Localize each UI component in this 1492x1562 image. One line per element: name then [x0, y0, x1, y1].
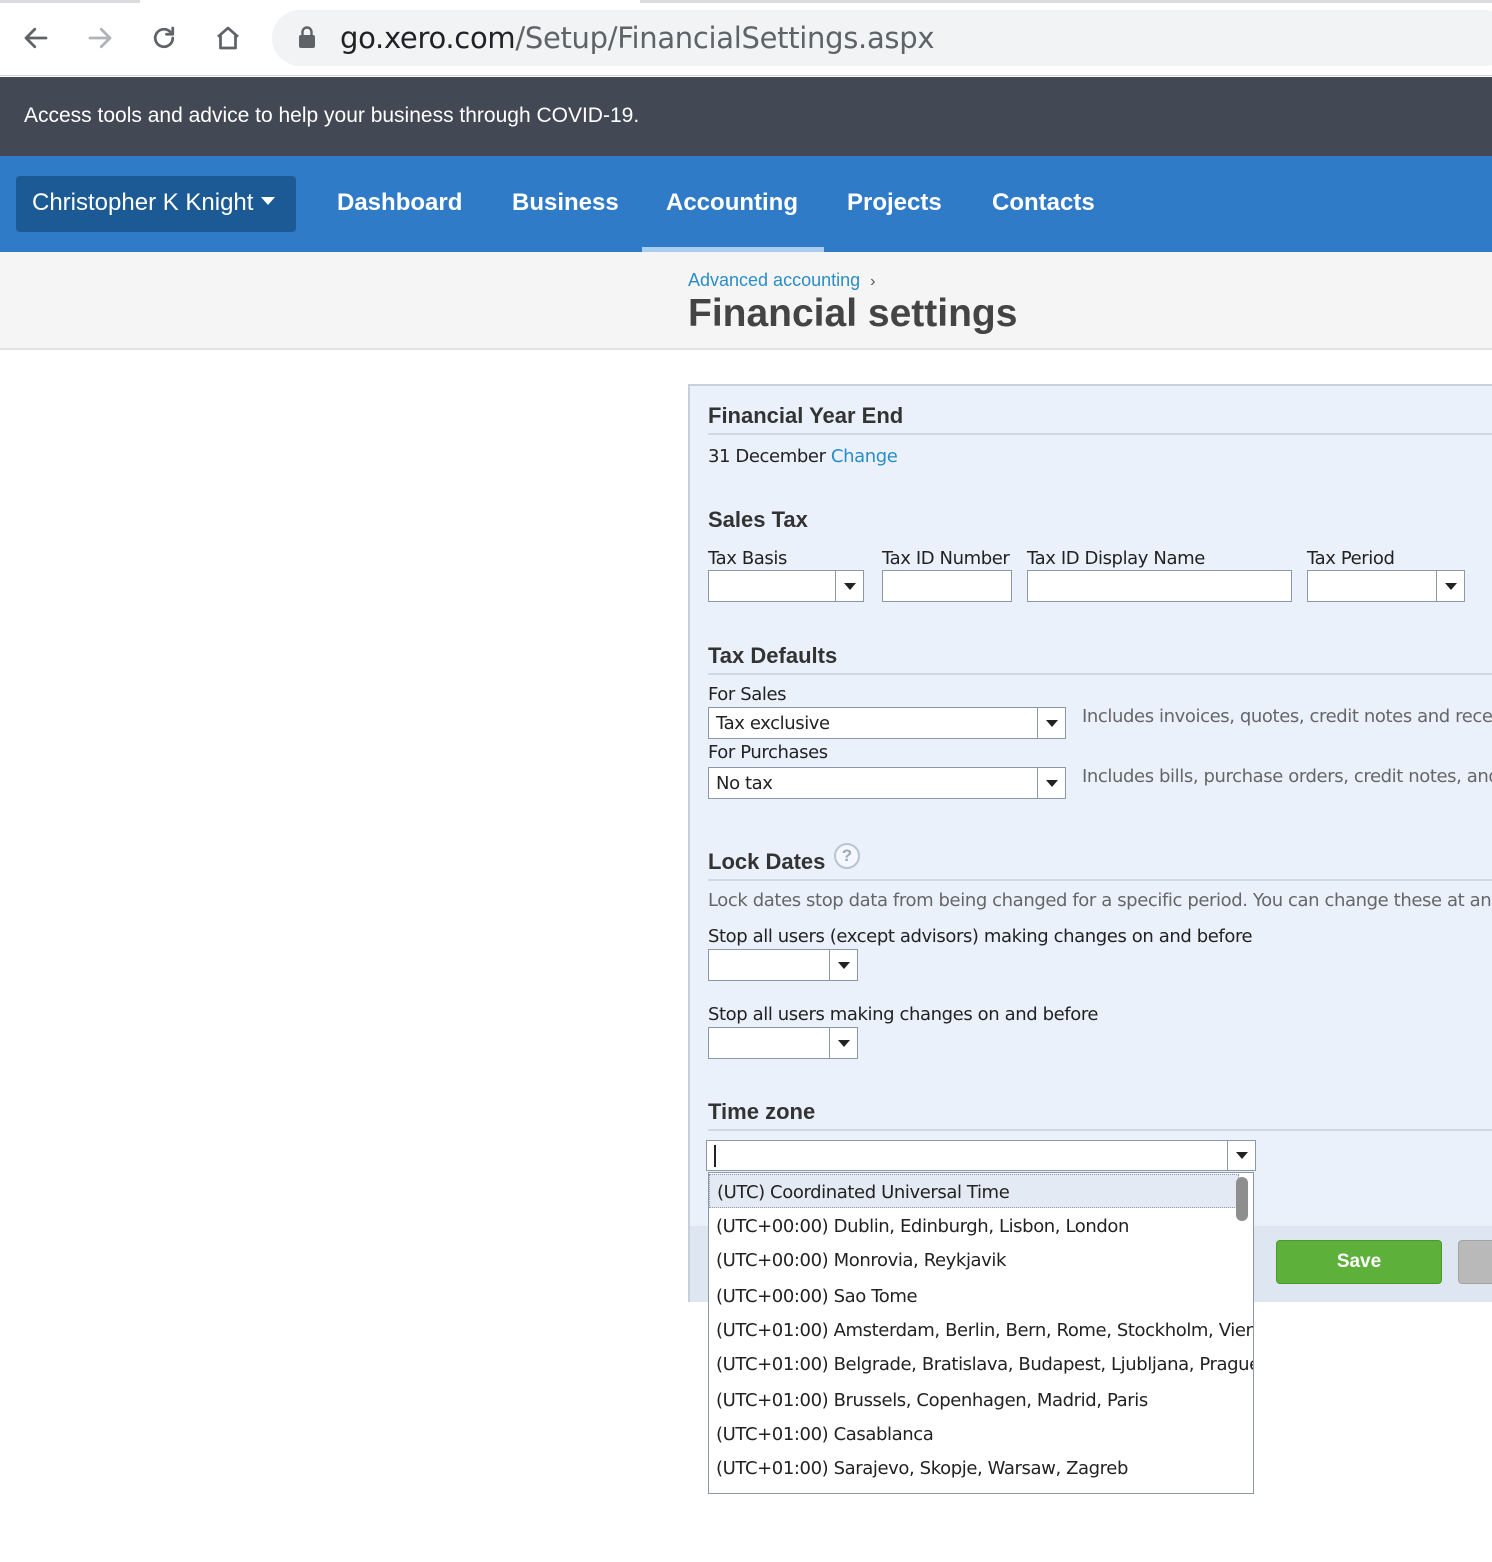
breadcrumb-advanced-accounting[interactable]: Advanced accounting: [688, 270, 860, 290]
dropdown-arrow-icon[interactable]: [829, 1028, 857, 1058]
text-cursor: [714, 1145, 716, 1167]
section-divider: [708, 1129, 1492, 1131]
page-header: Advanced accounting › Financial settings: [0, 252, 1492, 350]
lock-dates-description: Lock dates stop data from being changed …: [708, 890, 1492, 911]
home-icon: [217, 26, 239, 50]
dropdown-arrow-icon[interactable]: [835, 571, 863, 601]
nav-item-accounting[interactable]: Accounting: [666, 189, 798, 217]
time-zone-option[interactable]: (UTC+00:00) Dublin, Edinburgh, Lisbon, L…: [709, 1209, 1239, 1243]
tax-basis-label: Tax Basis: [708, 548, 787, 569]
tax-id-number-label: Tax ID Number: [882, 548, 1010, 569]
tax-basis-select[interactable]: [708, 570, 864, 602]
caret-down-icon: [1236, 1152, 1248, 1159]
tax-period-select[interactable]: [1307, 570, 1465, 602]
time-zone-option[interactable]: (UTC+01:00) Belgrade, Bratislava, Budape…: [709, 1347, 1253, 1381]
dropdown-arrow-icon[interactable]: [829, 950, 857, 980]
forward-button[interactable]: [78, 16, 122, 60]
year-end-date: 31 December: [708, 446, 826, 467]
url-path: /Setup/FinancialSettings.aspx: [515, 21, 935, 55]
time-zone-option[interactable]: (UTC) Coordinated Universal Time: [709, 1174, 1239, 1208]
banner-text[interactable]: Access tools and advice to help your bus…: [24, 104, 639, 128]
section-divider: [708, 879, 1492, 881]
main-navigation: Christopher K Knight Dashboard Business …: [0, 156, 1492, 252]
for-purchases-label: For Purchases: [708, 742, 828, 763]
cancel-button[interactable]: [1458, 1240, 1492, 1284]
tax-id-number-input[interactable]: [882, 570, 1012, 602]
tab-strip-edge: [640, 0, 1492, 3]
for-sales-note: Includes invoices, quotes, credit notes …: [1082, 706, 1492, 727]
nav-item-projects[interactable]: Projects: [847, 189, 942, 217]
time-zone-option[interactable]: (UTC+01:00) Casablanca: [709, 1417, 1239, 1451]
section-title-sales-tax: Sales Tax: [708, 507, 808, 532]
lock-date-advisors-picker[interactable]: [708, 949, 858, 981]
tax-id-display-name-label: Tax ID Display Name: [1027, 548, 1205, 569]
tax-period-label: Tax Period: [1307, 548, 1395, 569]
reload-icon: [153, 26, 175, 49]
for-purchases-select[interactable]: No tax: [708, 767, 1066, 799]
time-zone-dropdown-list[interactable]: (UTC) Coordinated Universal Time (UTC+00…: [708, 1172, 1254, 1494]
organisation-name: Christopher K Knight: [32, 189, 254, 216]
section-title-lock-dates: Lock Dates: [708, 849, 826, 874]
lock-date-all-users-picker[interactable]: [708, 1027, 858, 1059]
time-zone-option[interactable]: (UTC+01:00) Brussels, Copenhagen, Madrid…: [709, 1383, 1239, 1417]
arrow-right-icon: [88, 27, 112, 49]
section-title-financial-year-end: Financial Year End: [708, 403, 904, 428]
organisation-menu-button[interactable]: Christopher K Knight: [16, 176, 296, 232]
dropdown-arrow-icon[interactable]: [1037, 708, 1065, 738]
back-button[interactable]: [14, 16, 58, 60]
covid-banner[interactable]: Access tools and advice to help your bus…: [0, 77, 1492, 156]
section-title-time-zone: Time zone: [708, 1099, 816, 1124]
nav-item-dashboard[interactable]: Dashboard: [337, 189, 462, 217]
dropdown-arrow-icon[interactable]: [1227, 1141, 1255, 1170]
lock-advisors-label: Stop all users (except advisors) making …: [708, 926, 1253, 947]
nav-item-contacts[interactable]: Contacts: [992, 189, 1095, 217]
address-bar[interactable]: go.xero.com/Setup/FinancialSettings.aspx: [272, 10, 1492, 66]
for-purchases-note: Includes bills, purchase orders, credit …: [1082, 766, 1492, 787]
time-zone-option[interactable]: (UTC+00:00) Monrovia, Reykjavik: [709, 1243, 1239, 1277]
dropdown-arrow-icon[interactable]: [1436, 571, 1464, 601]
dropdown-arrow-icon[interactable]: [1037, 768, 1065, 798]
tab-strip-edge: [0, 0, 140, 3]
save-button[interactable]: Save: [1276, 1240, 1442, 1284]
browser-toolbar: go.xero.com/Setup/FinancialSettings.aspx: [0, 0, 1492, 76]
breadcrumb: Advanced accounting ›: [688, 270, 875, 291]
for-sales-label: For Sales: [708, 684, 787, 705]
page-title: Financial settings: [688, 292, 1018, 335]
for-sales-value: Tax exclusive: [716, 713, 830, 734]
dropdown-scrollbar-thumb[interactable]: [1236, 1177, 1248, 1221]
caret-down-icon: [261, 197, 276, 205]
time-zone-option[interactable]: (UTC+01:00) Sarajevo, Skopje, Warsaw, Za…: [709, 1451, 1239, 1485]
lock-all-users-label: Stop all users making changes on and bef…: [708, 1004, 1099, 1025]
url-host: go.xero.com: [340, 21, 516, 55]
for-purchases-value: No tax: [716, 773, 773, 794]
nav-item-business[interactable]: Business: [512, 189, 619, 217]
breadcrumb-separator: ›: [870, 273, 876, 290]
section-divider: [708, 673, 1492, 675]
lock-icon: [299, 26, 315, 48]
for-sales-select[interactable]: Tax exclusive: [708, 707, 1066, 739]
arrow-left-icon: [24, 27, 48, 49]
reload-button[interactable]: [142, 16, 186, 60]
home-button[interactable]: [206, 16, 250, 60]
url-text: go.xero.com/Setup/FinancialSettings.aspx: [340, 20, 935, 56]
time-zone-option[interactable]: (UTC+00:00) Sao Tome: [709, 1279, 1239, 1313]
time-zone-option[interactable]: (UTC+01:00) Amsterdam, Berlin, Bern, Rom…: [709, 1313, 1253, 1347]
time-zone-input[interactable]: [706, 1140, 1256, 1171]
section-divider: [708, 433, 1492, 435]
section-title-tax-defaults: Tax Defaults: [708, 643, 838, 668]
change-year-end-link[interactable]: Change: [831, 446, 898, 467]
financial-year-end-value: 31 December Change: [708, 446, 898, 467]
help-icon[interactable]: ?: [834, 843, 860, 869]
tax-id-display-name-input[interactable]: [1027, 570, 1292, 602]
